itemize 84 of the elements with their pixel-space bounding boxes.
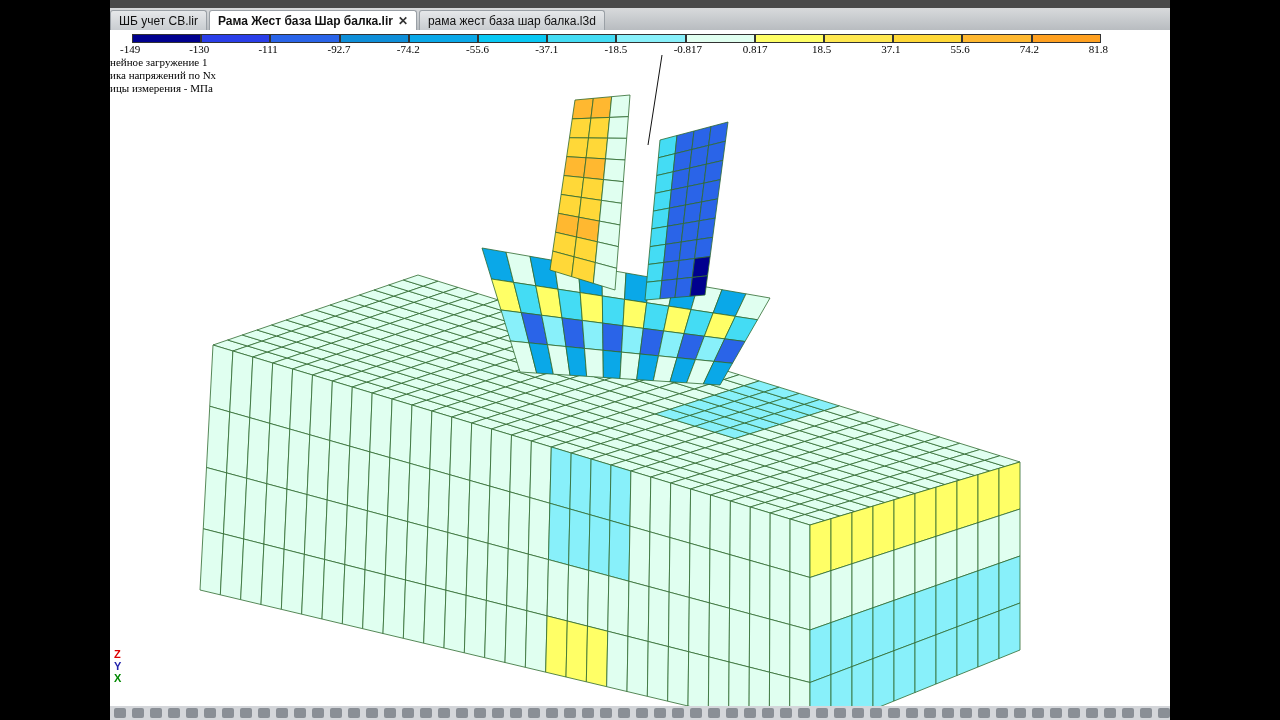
legend-value: -0.817 [673, 43, 703, 56]
axis-label: X [114, 672, 122, 684]
tool-icon[interactable] [654, 708, 666, 718]
tool-icon[interactable] [1140, 708, 1152, 718]
tool-icon[interactable] [780, 708, 792, 718]
tool-icon[interactable] [942, 708, 954, 718]
tool-icon[interactable] [636, 708, 648, 718]
tool-icon[interactable] [906, 708, 918, 718]
tool-icon[interactable] [618, 708, 630, 718]
tool-icon[interactable] [744, 708, 756, 718]
tool-icon[interactable] [348, 708, 360, 718]
tool-icon[interactable] [1122, 708, 1134, 718]
tool-icon[interactable] [330, 708, 342, 718]
tool-icon[interactable] [816, 708, 828, 718]
document-tab[interactable]: рама жест база шар балка.l3d [418, 10, 605, 30]
tool-icon[interactable] [402, 708, 414, 718]
tool-icon[interactable] [1050, 708, 1062, 718]
axis-label: Z [114, 648, 122, 660]
legend-value: 81.8 [1088, 43, 1109, 56]
tool-icon[interactable] [690, 708, 702, 718]
tool-icon[interactable] [1104, 708, 1116, 718]
legend-value: 0.817 [742, 43, 768, 56]
tool-icon[interactable] [258, 708, 270, 718]
tool-icon[interactable] [978, 708, 990, 718]
tool-icon[interactable] [762, 708, 774, 718]
tool-icon[interactable] [312, 708, 324, 718]
tool-icon[interactable] [456, 708, 468, 718]
legend-value: -111 [258, 43, 278, 56]
tool-icon[interactable] [1158, 708, 1170, 718]
tool-icon[interactable] [672, 708, 684, 718]
tool-icon[interactable] [798, 708, 810, 718]
tool-icon[interactable] [1014, 708, 1026, 718]
legend-value: 18.5 [812, 43, 832, 56]
tool-icon[interactable] [960, 708, 972, 718]
info-text: ика напряжений по Nx [110, 69, 218, 82]
tool-icon[interactable] [708, 708, 720, 718]
tool-icon[interactable] [1086, 708, 1098, 718]
tool-icon[interactable] [564, 708, 576, 718]
tool-icon[interactable] [546, 708, 558, 718]
tool-icon[interactable] [366, 708, 378, 718]
legend-value: 74.2 [1019, 43, 1039, 56]
tool-icon[interactable] [150, 708, 162, 718]
tool-icon[interactable] [276, 708, 288, 718]
axis-label: Y [114, 660, 122, 672]
document-tab[interactable]: ШБ учет СВ.lir [110, 10, 207, 30]
legend-value: 37.1 [881, 43, 901, 56]
tool-icon[interactable] [852, 708, 864, 718]
tool-icon[interactable] [204, 708, 216, 718]
close-icon[interactable]: ✕ [397, 13, 408, 28]
tool-icon[interactable] [384, 708, 396, 718]
tool-icon[interactable] [420, 708, 432, 718]
tool-icon[interactable] [474, 708, 486, 718]
tool-icon[interactable] [924, 708, 936, 718]
legend-value: -74.2 [396, 43, 420, 56]
tool-icon[interactable] [1068, 708, 1080, 718]
document-tab[interactable]: Рама Жест база Шар балка.lir ✕ [208, 10, 417, 30]
legend-value: 55.6 [950, 43, 970, 56]
info-text: ицы измерения - МПа [110, 82, 214, 95]
tool-icon[interactable] [438, 708, 450, 718]
tool-icon[interactable] [186, 708, 198, 718]
tool-icon[interactable] [240, 708, 252, 718]
tool-icon[interactable] [600, 708, 612, 718]
tool-icon[interactable] [834, 708, 846, 718]
tool-icon[interactable] [1032, 708, 1044, 718]
tool-icon[interactable] [528, 708, 540, 718]
tool-icon[interactable] [294, 708, 306, 718]
tool-icon[interactable] [222, 708, 234, 718]
legend-value: -37.1 [535, 43, 559, 56]
tool-icon[interactable] [114, 708, 126, 718]
legend-value: -18.5 [604, 43, 628, 56]
legend-value: -55.6 [466, 43, 489, 56]
legend-value: -92.7 [327, 43, 351, 56]
tool-icon[interactable] [132, 708, 144, 718]
info-text: нейное загружение 1 [110, 56, 209, 69]
tool-icon[interactable] [888, 708, 900, 718]
tool-icon[interactable] [996, 708, 1008, 718]
tool-icon[interactable] [726, 708, 738, 718]
tool-icon[interactable] [582, 708, 594, 718]
tool-icon[interactable] [492, 708, 504, 718]
tool-icon[interactable] [510, 708, 522, 718]
tool-icon[interactable] [168, 708, 180, 718]
legend-value: -130 [189, 43, 210, 56]
legend-value: -149 [120, 43, 141, 56]
tool-icon[interactable] [870, 708, 882, 718]
